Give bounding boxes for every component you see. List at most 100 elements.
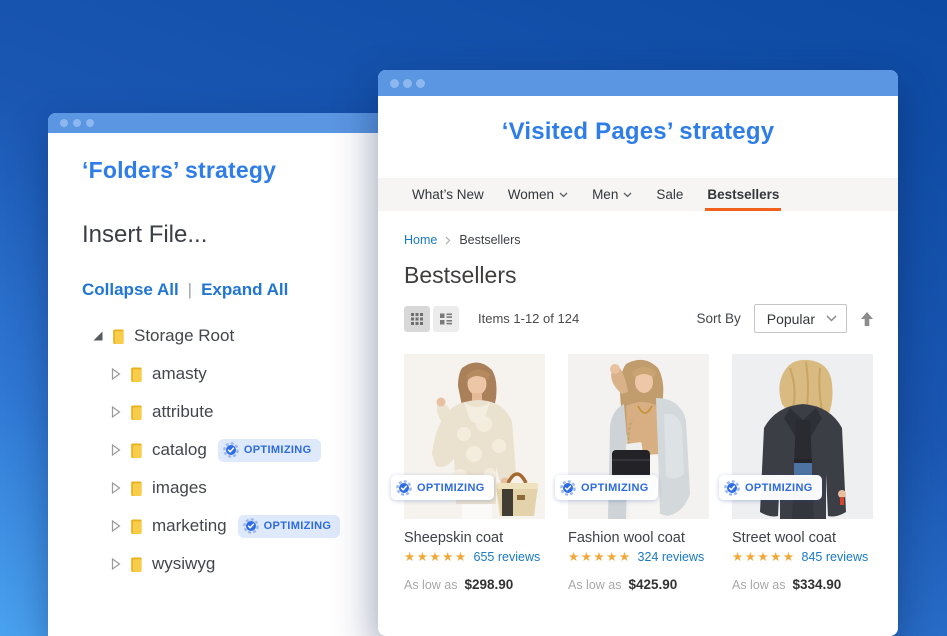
page-title: Bestsellers xyxy=(404,262,874,289)
tree-collapsed-icon[interactable] xyxy=(108,481,123,496)
tree-item-images[interactable]: images xyxy=(108,469,371,507)
tree-collapsed-icon[interactable] xyxy=(108,519,123,534)
product-card: OPTIMIZING Sheepskin coat ★★★★★ 655 revi… xyxy=(404,354,545,592)
reviews-link[interactable]: 655 reviews xyxy=(474,550,541,564)
optimizing-spinner-icon xyxy=(396,480,412,496)
badge-label: OPTIMIZING xyxy=(581,482,649,494)
product-grid: OPTIMIZING Sheepskin coat ★★★★★ 655 revi… xyxy=(404,354,874,592)
nav-item-label: Men xyxy=(592,187,618,202)
grid-view-icon xyxy=(410,312,424,326)
links-separator: | xyxy=(188,280,192,300)
arrow-up-icon xyxy=(860,311,874,327)
optimizing-spinner-icon xyxy=(223,442,239,458)
window-dot-icon xyxy=(60,119,68,127)
nav-item-sale[interactable]: Sale xyxy=(644,178,695,211)
optimizing-spinner-icon xyxy=(724,480,740,496)
tree-item-label: amasty xyxy=(152,364,207,384)
sort-select-value: Popular xyxy=(767,311,815,327)
desktop-background: ‘Folders’ strategy Insert File... Collap… xyxy=(0,0,947,636)
folders-strategy-title: ‘Folders’ strategy xyxy=(82,157,371,184)
tree-item-amasty[interactable]: amasty xyxy=(108,355,371,393)
breadcrumb: Home Bestsellers xyxy=(404,233,874,247)
expand-all-link[interactable]: Expand All xyxy=(201,280,288,300)
sort-select[interactable]: Popular xyxy=(754,304,847,333)
folder-icon xyxy=(129,366,144,383)
price-value: $425.90 xyxy=(629,577,678,592)
page-header: ‘Visited Pages’ strategy xyxy=(378,96,898,178)
list-view-icon xyxy=(439,312,453,326)
nav-item-label: Sale xyxy=(656,187,683,202)
folder-icon xyxy=(111,328,126,345)
folders-strategy-window: ‘Folders’ strategy Insert File... Collap… xyxy=(48,113,389,636)
reviews-link[interactable]: 845 reviews xyxy=(802,550,869,564)
tree-item-attribute[interactable]: attribute xyxy=(108,393,371,431)
star-rating: ★★★★★ xyxy=(568,549,632,564)
tree-item-storage-root[interactable]: Storage Root xyxy=(90,317,371,355)
window-titlebar[interactable] xyxy=(48,113,389,133)
nav-item-bestsellers[interactable]: Bestsellers xyxy=(695,178,791,211)
product-price: As low as $425.90 xyxy=(568,577,709,592)
nav-item-label: Bestsellers xyxy=(707,187,779,202)
product-name-link[interactable]: Fashion wool coat xyxy=(568,530,685,546)
collapse-all-link[interactable]: Collapse All xyxy=(82,280,179,300)
tree-item-label: marketing xyxy=(152,516,227,536)
product-image-street-wool-coat[interactable]: OPTIMIZING xyxy=(732,354,873,519)
product-rating: ★★★★★ 655 reviews xyxy=(404,549,545,564)
folder-icon xyxy=(129,518,144,535)
folder-icon xyxy=(129,480,144,497)
product-image-sheepskin-coat[interactable]: OPTIMIZING xyxy=(404,354,545,519)
optimizing-badge: OPTIMIZING xyxy=(238,515,341,538)
product-rating: ★★★★★ 324 reviews xyxy=(568,549,709,564)
product-price: As low as $334.90 xyxy=(732,577,873,592)
window-dot-icon xyxy=(416,79,425,88)
tree-item-label: wysiwyg xyxy=(152,554,215,574)
badge-label: OPTIMIZING xyxy=(417,482,485,494)
tree-expanded-icon[interactable] xyxy=(90,329,105,344)
nav-item-women[interactable]: Women xyxy=(496,178,580,211)
product-name-link[interactable]: Sheepskin coat xyxy=(404,530,503,546)
badge-label: OPTIMIZING xyxy=(264,520,332,532)
tree-collapsed-icon[interactable] xyxy=(108,367,123,382)
product-image-fashion-wool-coat[interactable]: OPTIMIZING xyxy=(568,354,709,519)
grid-view-button[interactable] xyxy=(404,306,430,332)
breadcrumb-home-link[interactable]: Home xyxy=(404,233,437,247)
insert-file-label: Insert File... xyxy=(82,221,371,249)
list-view-button[interactable] xyxy=(433,306,459,332)
tree-item-label: images xyxy=(152,478,207,498)
price-value: $334.90 xyxy=(793,577,842,592)
reviews-link[interactable]: 324 reviews xyxy=(638,550,705,564)
tree-collapsed-icon[interactable] xyxy=(108,405,123,420)
tree-item-wysiwyg[interactable]: wysiwyg xyxy=(108,545,371,583)
window-titlebar[interactable] xyxy=(378,70,898,96)
sort-direction-button[interactable] xyxy=(860,311,874,327)
nav-item-label: What’s New xyxy=(412,187,484,202)
tree-item-label: catalog xyxy=(152,440,207,460)
product-card: OPTIMIZING Street wool coat ★★★★★ 845 re… xyxy=(732,354,873,592)
tree-item-label: Storage Root xyxy=(134,326,234,346)
optimizing-badge: OPTIMIZING xyxy=(555,475,658,500)
tree-item-marketing[interactable]: marketing OPTIMIZING xyxy=(108,507,371,545)
optimizing-spinner-icon xyxy=(560,480,576,496)
tree-collapsed-icon[interactable] xyxy=(108,557,123,572)
product-name-link[interactable]: Street wool coat xyxy=(732,530,836,546)
optimizing-badge: OPTIMIZING xyxy=(391,475,494,500)
badge-label: OPTIMIZING xyxy=(745,482,813,494)
tree-item-label: attribute xyxy=(152,402,213,422)
window-dot-icon xyxy=(86,119,94,127)
price-label: As low as xyxy=(732,578,786,592)
nav-item-men[interactable]: Men xyxy=(580,178,644,211)
nav-item-whats-new[interactable]: What’s New xyxy=(400,178,496,211)
window-dot-icon xyxy=(73,119,81,127)
window-dot-icon xyxy=(403,79,412,88)
price-label: As low as xyxy=(568,578,622,592)
price-value: $298.90 xyxy=(465,577,514,592)
tree-collapsed-icon[interactable] xyxy=(108,443,123,458)
tree-item-catalog[interactable]: catalog OPTIMIZING xyxy=(108,431,371,469)
price-label: As low as xyxy=(404,578,458,592)
optimizing-badge: OPTIMIZING xyxy=(719,475,822,500)
star-rating: ★★★★★ xyxy=(732,549,796,564)
folder-tree: Storage Root amasty xyxy=(82,317,371,583)
chevron-down-icon xyxy=(826,315,837,322)
folder-icon xyxy=(129,404,144,421)
items-count: Items 1-12 of 124 xyxy=(478,311,579,326)
